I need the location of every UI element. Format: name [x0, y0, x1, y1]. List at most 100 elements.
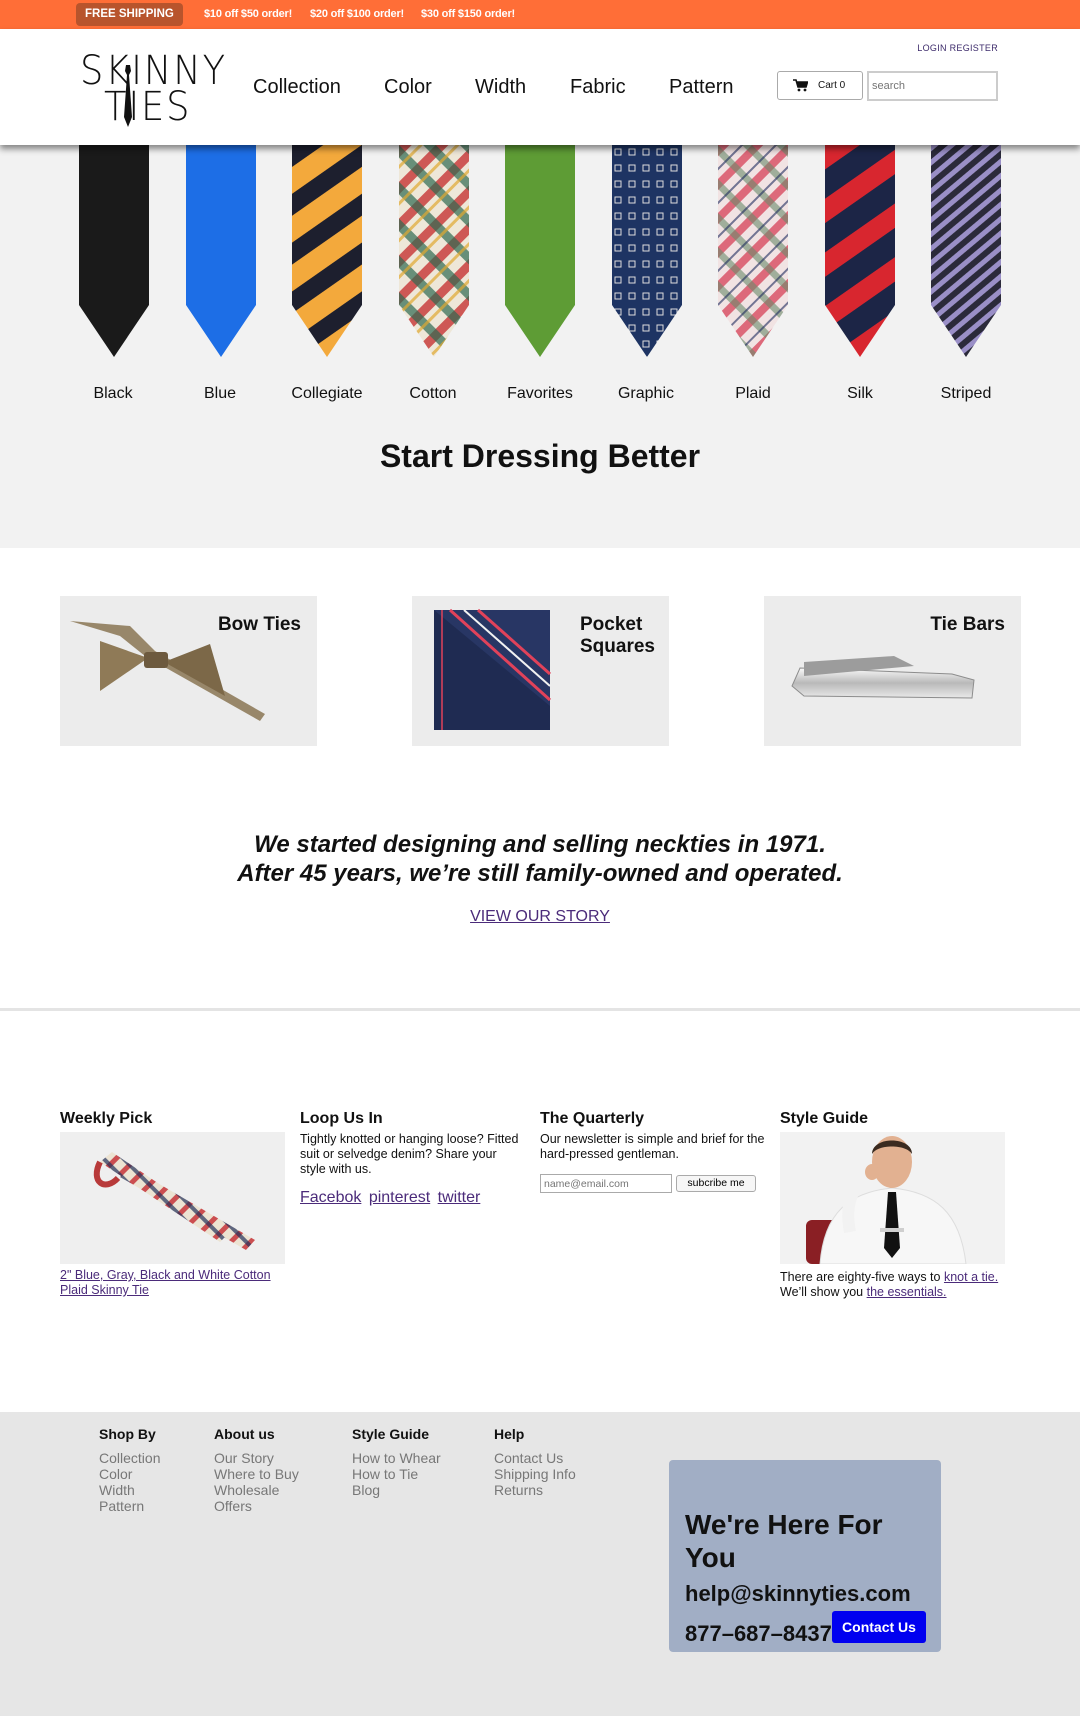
footer-link-pattern[interactable]: Pattern [99, 1498, 160, 1514]
style-guide-text: There are eighty-five ways to knot a tie… [780, 1270, 1005, 1300]
facebook-link[interactable]: Facebok [300, 1189, 361, 1206]
essentials-link[interactable]: the essentials. [867, 1285, 947, 1299]
tie-category-gallery: Black Blue Collegiate Cotton Favorites G… [0, 145, 1080, 548]
loop-us-in-section: Loop Us In Tightly knotted or hanging lo… [300, 1110, 525, 1207]
footer-heading: Help [494, 1426, 525, 1442]
free-shipping-badge: FREE SHIPPING [76, 3, 183, 26]
view-our-story-link[interactable]: VIEW OUR STORY [0, 908, 1080, 926]
story-statement: We started designing and selling necktie… [0, 830, 1080, 888]
login-register-link[interactable]: LOGIN REGISTER [917, 43, 998, 53]
category-label-favorites[interactable]: Favorites [486, 385, 594, 403]
quarterly-section: The Quarterly Our newsletter is simple a… [540, 1110, 765, 1194]
weekly-pick-link[interactable]: 2" Blue, Gray, Black and White Cotton Pl… [60, 1268, 271, 1297]
search-input[interactable] [867, 71, 998, 101]
nav-pattern[interactable]: Pattern [669, 76, 733, 99]
weekly-pick-image[interactable] [60, 1132, 285, 1264]
footer-about-us: About us Our Story Where to Buy Wholesal… [214, 1426, 299, 1514]
logo-tie-icon [124, 65, 132, 127]
story-line-2: After 45 years, we’re still family-owned… [237, 860, 843, 887]
newsletter-email-input[interactable] [540, 1174, 672, 1193]
tie-striped[interactable] [931, 145, 1001, 357]
bow-ties-title: Bow Ties [217, 614, 301, 635]
tie-favorites[interactable] [505, 145, 575, 357]
contact-us-button[interactable]: Contact Us [832, 1611, 926, 1643]
style-guide-text-2: We’ll show you [780, 1285, 867, 1299]
category-label-black[interactable]: Black [59, 385, 167, 403]
category-label-plaid[interactable]: Plaid [699, 385, 807, 403]
footer-style-guide: Style Guide How to Whear How to Tie Blog [352, 1426, 441, 1498]
tie-plaid[interactable] [718, 145, 788, 357]
footer-help: Help Contact Us Shipping Info Returns [494, 1426, 576, 1498]
footer-link-our-story[interactable]: Our Story [214, 1450, 299, 1466]
nav-fabric[interactable]: Fabric [570, 76, 626, 99]
footer-heading: Style Guide [352, 1426, 430, 1442]
quarterly-title: The Quarterly [540, 1110, 645, 1127]
site-header: SKINNY TIES Collection Color Width Fabri… [0, 29, 1080, 145]
nav-collection[interactable]: Collection [253, 76, 341, 99]
knot-a-tie-link[interactable]: knot a tie. [944, 1270, 998, 1284]
tie-bars-title: Tie Bars [930, 614, 1005, 635]
social-links: Facebok pinterest twitter [300, 1189, 525, 1207]
loop-us-in-title: Loop Us In [300, 1110, 383, 1127]
twitter-link[interactable]: twitter [438, 1189, 481, 1206]
category-label-striped[interactable]: Striped [912, 385, 1020, 403]
footer-link-offers[interactable]: Offers [214, 1498, 299, 1514]
cart-icon [793, 79, 808, 92]
help-email[interactable]: help@skinnyties.com [685, 1581, 911, 1607]
model-photo [806, 1136, 967, 1264]
footer-link-how-to-tie[interactable]: How to Tie [352, 1466, 441, 1482]
footer-link-how-to-wear[interactable]: How to Whear [352, 1450, 441, 1466]
category-label-silk[interactable]: Silk [806, 385, 914, 403]
category-label-cotton[interactable]: Cotton [379, 385, 487, 403]
style-guide-section: Style Guide There are eighty-five ways t… [780, 1110, 1005, 1300]
tie-bars-card[interactable]: Tie Bars [764, 596, 1021, 746]
footer-link-collection[interactable]: Collection [99, 1450, 160, 1466]
site-footer: Shop By Collection Color Width Pattern A… [0, 1412, 1080, 1716]
help-title: We're Here For You [685, 1509, 883, 1573]
site-logo[interactable]: SKINNY TIES [80, 49, 225, 130]
category-label-graphic[interactable]: Graphic [592, 385, 700, 403]
newsletter-form: subcribe me [540, 1174, 765, 1194]
promo-offer: $30 off $150 order! [421, 8, 516, 20]
footer-link-where-to-buy[interactable]: Where to Buy [214, 1466, 299, 1482]
footer-heading: About us [214, 1426, 275, 1442]
footer-link-contact-us[interactable]: Contact Us [494, 1450, 576, 1466]
tie-black[interactable] [79, 145, 149, 357]
help-phone: 877–687–8437 [685, 1621, 832, 1646]
category-label-collegiate[interactable]: Collegiate [273, 385, 381, 403]
plaid-tie-image [93, 1152, 255, 1250]
promo-bar: FREE SHIPPING $10 off $50 order! $20 off… [0, 0, 1080, 29]
footer-link-blog[interactable]: Blog [352, 1482, 441, 1498]
tie-cotton[interactable] [399, 145, 469, 357]
footer-link-width[interactable]: Width [99, 1482, 160, 1498]
bow-ties-card[interactable]: Bow Ties [60, 596, 317, 746]
footer-link-returns[interactable]: Returns [494, 1482, 576, 1498]
pocket-squares-title-line-2: Squares [580, 636, 655, 657]
quarterly-text: Our newsletter is simple and brief for t… [540, 1132, 765, 1161]
help-box: We're Here For You help@skinnyties.com 8… [669, 1460, 941, 1652]
story-line-1: We started designing and selling necktie… [254, 831, 826, 858]
tie-collegiate[interactable] [292, 145, 362, 357]
weekly-pick-title: Weekly Pick [60, 1110, 153, 1127]
footer-link-shipping-info[interactable]: Shipping Info [494, 1466, 576, 1482]
footer-link-wholesale[interactable]: Wholesale [214, 1482, 299, 1498]
logo-line-2: TIES [104, 84, 192, 130]
style-guide-image[interactable] [780, 1132, 1005, 1264]
tie-graphic[interactable] [612, 145, 682, 357]
tie-silk[interactable] [825, 145, 895, 357]
cart-button[interactable]: Cart 0 [777, 71, 863, 100]
style-guide-title: Style Guide [780, 1110, 869, 1127]
pocket-squares-card[interactable]: Pocket Squares [412, 596, 669, 746]
nav-color[interactable]: Color [384, 76, 432, 99]
footer-heading: Shop By [99, 1426, 156, 1442]
footer-shop-by: Shop By Collection Color Width Pattern [99, 1426, 160, 1514]
footer-link-color[interactable]: Color [99, 1466, 160, 1482]
category-label-blue[interactable]: Blue [166, 385, 274, 403]
tie-images [79, 145, 1001, 357]
pinterest-link[interactable]: pinterest [369, 1189, 430, 1206]
style-guide-text-1: There are eighty-five ways to [780, 1270, 944, 1284]
subscribe-button[interactable]: subcribe me [676, 1175, 756, 1192]
promo-offer: $10 off $50 order! [204, 8, 293, 20]
tie-blue[interactable] [186, 145, 256, 357]
nav-width[interactable]: Width [475, 76, 526, 99]
